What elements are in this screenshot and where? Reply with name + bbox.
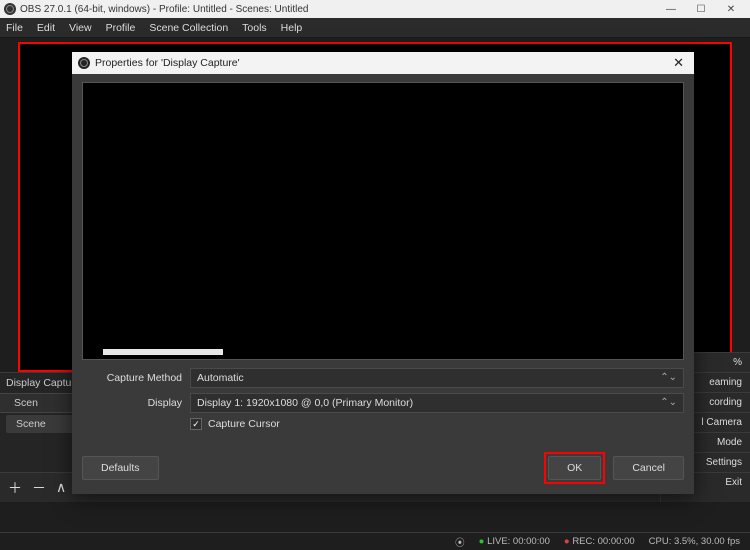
remove-scene-button[interactable]: －	[32, 478, 46, 498]
close-window-button[interactable]: ✕	[716, 0, 746, 18]
capture-cursor-checkbox[interactable]: ✓	[190, 418, 202, 430]
rec-indicator-icon: ●	[564, 536, 570, 547]
cancel-button[interactable]: Cancel	[613, 456, 684, 480]
window-title: OBS 27.0.1 (64-bit, windows) - Profile: …	[20, 4, 308, 15]
status-bar: ⦿ ● LIVE: 00:00:00 ● REC: 00:00:00 CPU: …	[0, 532, 750, 550]
defaults-button[interactable]: Defaults	[82, 456, 159, 480]
menu-tools[interactable]: Tools	[242, 22, 267, 34]
capture-method-select[interactable]: Automatic ⌃⌄	[190, 368, 684, 388]
display-select[interactable]: Display 1: 1920x1080 @ 0,0 (Primary Moni…	[190, 393, 684, 413]
ok-button[interactable]: OK	[548, 456, 601, 480]
chevron-updown-icon: ⌃⌄	[660, 373, 677, 383]
dialog-close-button[interactable]: ✕	[669, 55, 688, 71]
display-label: Display	[82, 397, 190, 409]
dialog-titlebar: Properties for 'Display Capture' ✕	[72, 52, 694, 74]
dialog-preview	[82, 82, 684, 360]
live-indicator-icon: ●	[479, 536, 485, 547]
menu-bar: File Edit View Profile Scene Collection …	[0, 18, 750, 38]
ok-highlight-annotation: OK	[544, 452, 605, 484]
window-titlebar: OBS 27.0.1 (64-bit, windows) - Profile: …	[0, 0, 750, 18]
capture-cursor-label: Capture Cursor	[208, 418, 280, 430]
status-live: LIVE: 00:00:00	[487, 536, 550, 547]
network-icon: ⦿	[455, 535, 465, 549]
preview-scrollbar[interactable]	[103, 349, 223, 355]
properties-dialog: Properties for 'Display Capture' ✕ Captu…	[72, 52, 694, 494]
display-value: Display 1: 1920x1080 @ 0,0 (Primary Moni…	[197, 397, 413, 409]
obs-logo-icon	[78, 57, 90, 69]
obs-logo-icon	[4, 3, 16, 15]
menu-edit[interactable]: Edit	[37, 22, 55, 34]
dialog-title: Properties for 'Display Capture'	[95, 57, 240, 69]
menu-file[interactable]: File	[6, 22, 23, 34]
minimize-button[interactable]: —	[656, 0, 686, 18]
check-icon: ✓	[192, 419, 200, 430]
move-scene-up-button[interactable]: ∧	[56, 479, 66, 496]
add-scene-button[interactable]: ＋	[8, 478, 22, 498]
capture-method-value: Automatic	[197, 372, 244, 384]
menu-profile[interactable]: Profile	[106, 22, 136, 34]
maximize-button[interactable]: ☐	[686, 0, 716, 18]
capture-method-label: Capture Method	[82, 372, 190, 384]
status-rec: REC: 00:00:00	[572, 536, 634, 547]
menu-help[interactable]: Help	[281, 22, 303, 34]
menu-view[interactable]: View	[69, 22, 92, 34]
menu-scene-collection[interactable]: Scene Collection	[149, 22, 228, 34]
status-cpu: CPU: 3.5%, 30.00 fps	[649, 536, 740, 547]
percent-icon: %	[733, 357, 742, 368]
chevron-updown-icon: ⌃⌄	[660, 398, 677, 408]
